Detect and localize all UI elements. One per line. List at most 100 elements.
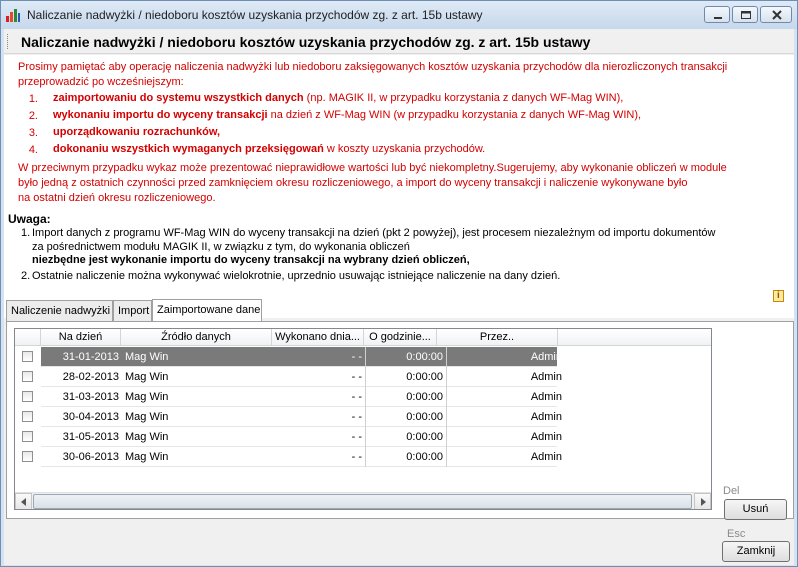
cell-separator [365,367,366,387]
maximize-icon [741,11,751,19]
scroll-right-button[interactable] [694,493,711,509]
note-1-line-3: niezbędne jest wykonanie importu do wyce… [32,254,470,266]
cell-source: Mag Win [125,391,169,403]
tab-panel: Na dzień Źródło danych Wykonano dnia... … [6,321,794,520]
step-item: uporządkowaniu rozrachunków, [53,126,220,138]
row-cells: 30-06-2013 Mag Win - - 0:00:00 Admin [41,447,562,467]
column-header-date[interactable]: Na dzień [41,329,121,346]
cell-by: Admin [530,391,562,403]
scroll-left-button[interactable] [15,493,32,509]
window-title: Naliczanie nadwyżki / niedoboru kosztów … [27,8,483,22]
column-header-done-on[interactable]: Wykonano dnia... [272,329,364,346]
cell-done-on: - - [351,431,362,443]
cell-time: 0:00:00 [406,451,443,463]
page-title: Naliczanie nadwyżki / niedoboru kosztów … [21,34,591,50]
cell-done-on: - - [351,371,362,383]
client-area: Naliczanie nadwyżki / niedoboru kosztów … [4,29,794,565]
cell-done-on: - - [351,411,362,423]
cell-time: 0:00:00 [406,371,443,383]
cell-separator [446,447,447,467]
note-2-line: Ostatnie naliczenie można wykonywać wiel… [32,270,561,282]
cell-done-on: - - [351,351,362,363]
note-1-line-1: Import danych z programu WF-Mag WIN do w… [32,227,716,239]
close-button[interactable]: Zamknij [722,541,790,562]
tab-zaimportowane[interactable]: Zaimportowane dane [152,299,262,321]
cell-separator [446,367,447,387]
row-cells: 31-05-2013 Mag Win - - 0:00:00 Admin [41,427,562,447]
column-header-source[interactable]: Źródło danych [121,329,272,346]
delete-button[interactable]: Usuń [724,499,787,520]
cell-time: 0:00:00 [406,351,443,363]
info-icon[interactable]: i [773,290,784,302]
step-item: wykonaniu importu do wyceny transakcji n… [53,109,641,121]
step-item: zaimportowaniu do systemu wszystkich dan… [53,92,623,104]
note-1-line-2: za pośrednictwem modułu MAGIK II, w zwią… [32,241,410,253]
close-window-button[interactable] [760,6,792,23]
row-checkbox[interactable] [22,371,33,382]
intro-line-2: przeprowadzić po wcześniejszym: [18,76,184,88]
column-header-by[interactable]: Przez.. [437,329,558,346]
table-row[interactable]: 31-03-2013 Mag Win - - 0:00:00 Admin [15,387,711,407]
row-checkbox[interactable] [22,451,33,462]
horizontal-scrollbar[interactable] [15,492,711,509]
step-rest: w koszty uzyskania przychodów. [323,143,486,155]
title-bar[interactable]: Naliczanie nadwyżki / niedoboru kosztów … [1,1,797,29]
step-bold: uporządkowaniu rozrachunków, [53,126,221,138]
step-number: 3. [28,127,38,139]
cell-source: Mag Win [125,371,169,383]
grid-header: Na dzień Źródło danych Wykonano dnia... … [15,329,711,346]
cell-separator [365,387,366,407]
cell-separator [446,407,447,427]
cell-by: Admin [530,371,562,383]
cell-source: Mag Win [125,451,169,463]
cell-by: Admin [530,451,562,463]
intro-line-1: Prosimy pamiętać aby operację naliczenia… [18,61,728,73]
table-row[interactable]: 30-06-2013 Mag Win - - 0:00:00 Admin [15,447,711,467]
arrow-left-icon [21,498,26,506]
row-cells: 28-02-2013 Mag Win - - 0:00:00 Admin [41,367,562,387]
data-grid[interactable]: Na dzień Źródło danych Wykonano dnia... … [14,328,712,510]
header-bar: Naliczanie nadwyżki / niedoboru kosztów … [4,29,794,54]
row-cells: 30-04-2013 Mag Win - - 0:00:00 Admin [41,407,562,427]
table-row[interactable]: 30-04-2013 Mag Win - - 0:00:00 Admin [15,407,711,427]
cell-source: Mag Win [125,411,169,423]
row-checkbox[interactable] [22,351,33,362]
dialog-window: Naliczanie nadwyżki / niedoboru kosztów … [0,0,798,567]
cell-separator [446,387,447,407]
step-item: dokonaniu wszystkich wymaganych przeksię… [53,143,485,155]
cell-source: Mag Win [125,351,169,363]
minimize-button[interactable] [704,6,730,23]
cell-date: 31-01-2013 [62,351,119,363]
cell-date: 30-06-2013 [62,451,119,463]
row-checkbox[interactable] [22,431,33,442]
cell-separator [365,407,366,427]
cell-separator [365,447,366,467]
maximize-button[interactable] [732,6,758,23]
step-number: 1. [28,93,38,105]
column-header-time[interactable]: O godzinie... [364,329,437,346]
tab-naliczenie[interactable]: Naliczenie nadwyżki [6,300,113,321]
row-checkbox[interactable] [22,411,33,422]
minimize-icon [714,17,722,19]
note-heading: Uwaga: [8,212,51,226]
cell-separator [446,427,447,447]
scrollbar-thumb[interactable] [33,494,692,509]
cell-by: Admin [530,411,562,423]
cell-separator [365,427,366,447]
warning-line-3: na ostatni dzień okresu rozliczeniowego. [18,192,216,204]
grip-icon [7,34,10,49]
table-row[interactable]: 31-05-2013 Mag Win - - 0:00:00 Admin [15,427,711,447]
cell-separator [365,347,366,367]
cell-time: 0:00:00 [406,431,443,443]
row-cells: 31-01-2013 Mag Win - - 0:00:00 Admin [41,347,562,367]
table-row[interactable]: 28-02-2013 Mag Win - - 0:00:00 Admin [15,367,711,387]
step-bold: dokonaniu wszystkich wymaganych przeksię… [53,143,324,155]
row-checkbox[interactable] [22,391,33,402]
note-number: 1. [21,227,31,239]
cell-date: 31-05-2013 [62,431,119,443]
cell-time: 0:00:00 [406,411,443,423]
close-shortcut-hint: Esc [727,528,746,540]
table-row[interactable]: 31-01-2013 Mag Win - - 0:00:00 Admin [15,347,711,367]
tab-import[interactable]: Import [113,300,152,321]
cell-done-on: - - [351,451,362,463]
